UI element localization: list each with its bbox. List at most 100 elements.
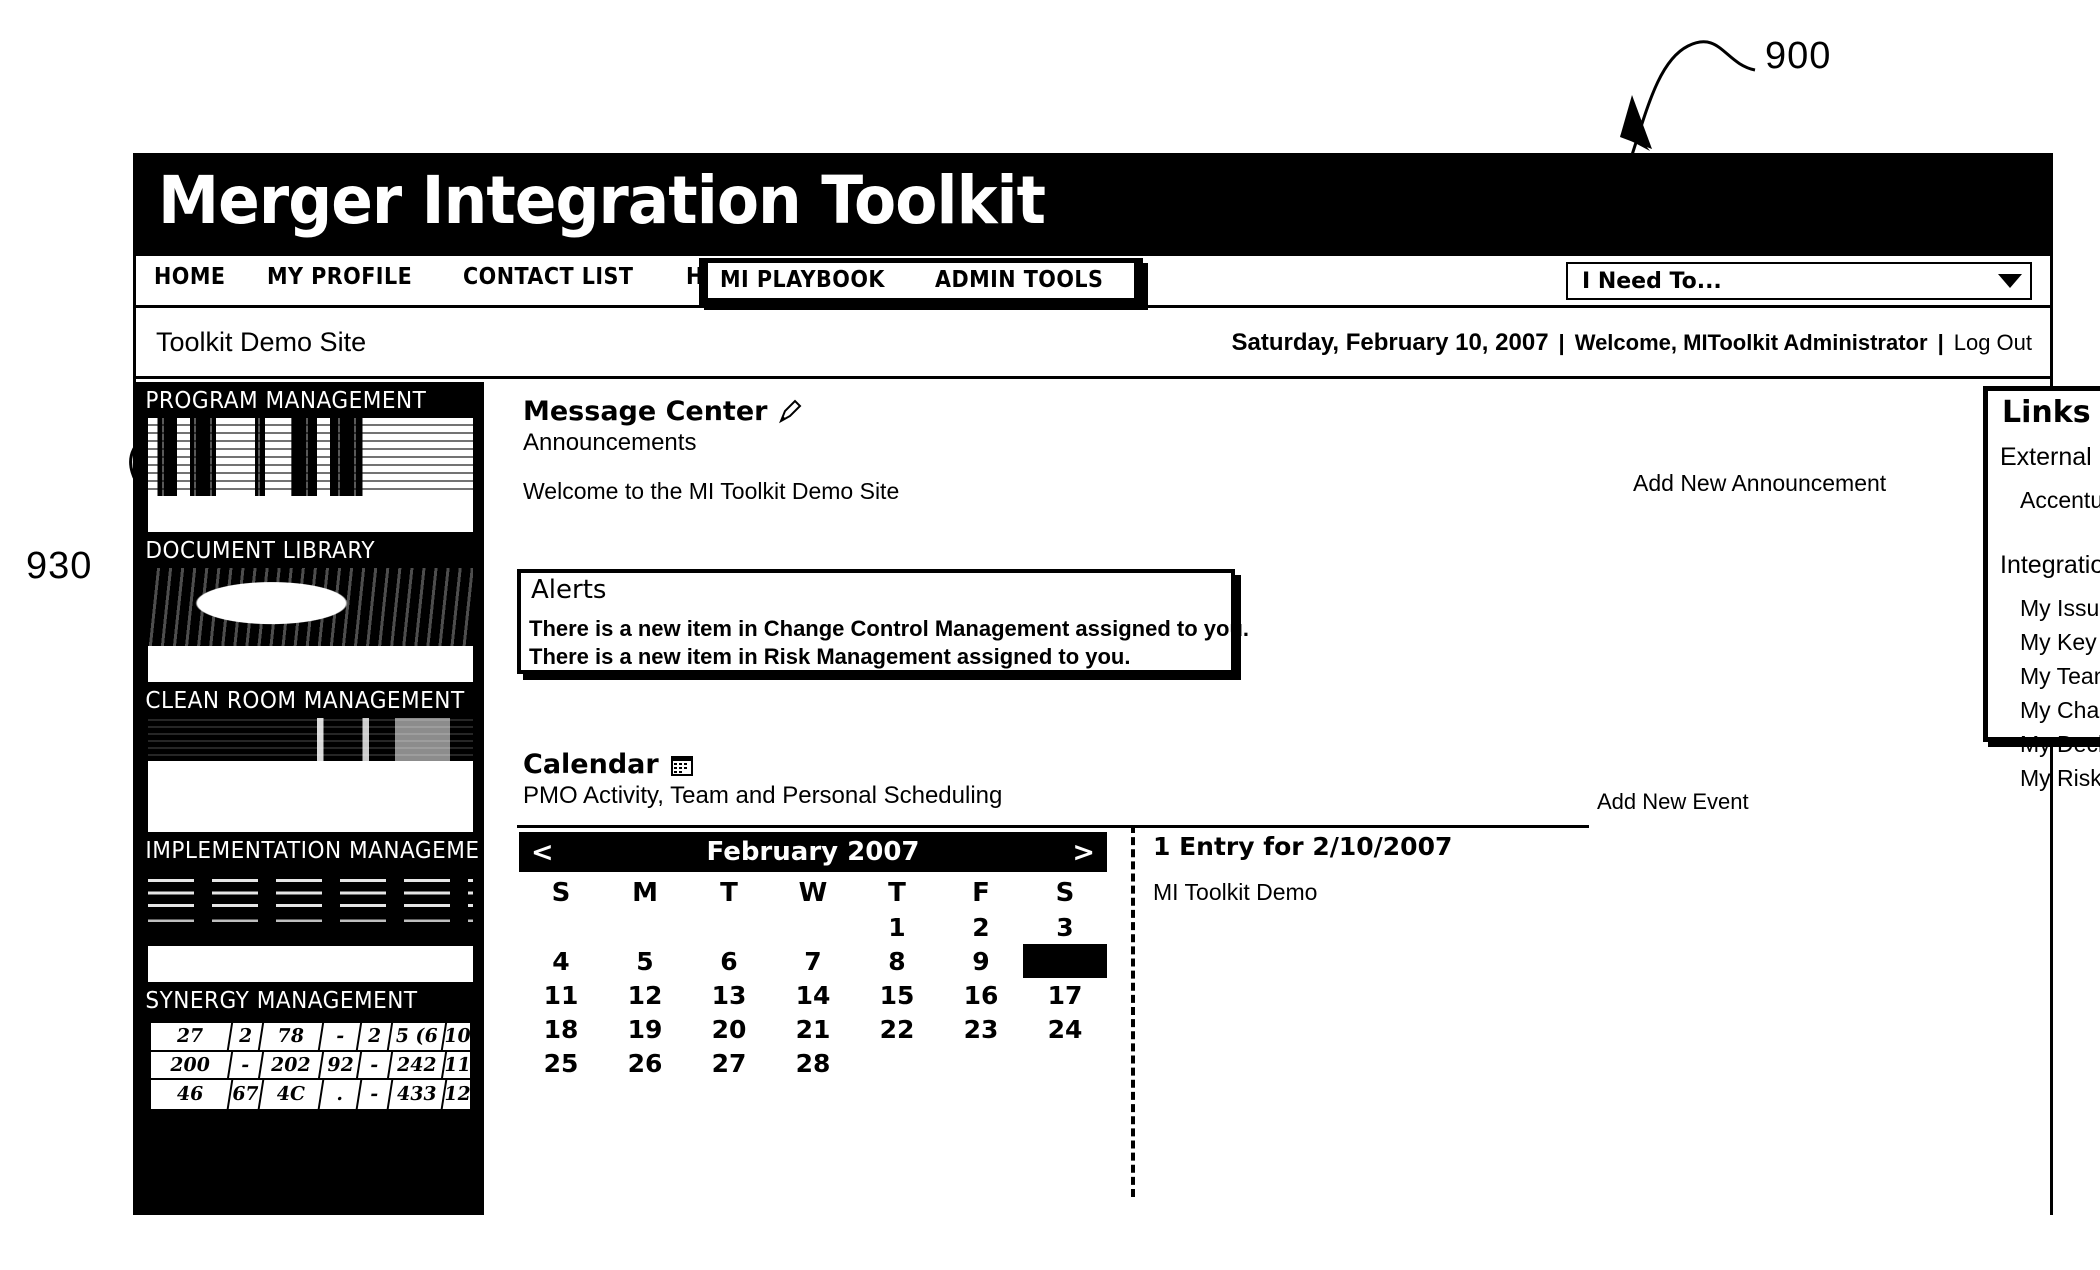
calendar-day-cell[interactable]: 27: [687, 1046, 771, 1080]
calendar-day-cell[interactable]: 24: [1023, 1012, 1107, 1046]
application-window: Merger Integration Toolkit HOME MY PROFI…: [133, 153, 2100, 1215]
calendar-day-cell[interactable]: [771, 910, 855, 944]
calendar-day-cell[interactable]: 13: [687, 978, 771, 1012]
sidebar-item-implementation-management-label: IMPLEMENTATION MANAGEMENT: [145, 838, 484, 864]
table-cell: 12: [443, 1083, 473, 1106]
link-item-my-team-status-report[interactable]: My Team Status Report: [2020, 659, 2100, 693]
sidebar-item-synergy-management[interactable]: SYNERGY MANAGEMENT 27 2 78 - 2 5 (6 10 2…: [136, 982, 481, 1112]
calendar-day-cell-today[interactable]: 10: [1023, 944, 1107, 978]
link-item-accenture-llp[interactable]: Accenture LLP: [2020, 483, 2100, 517]
reference-numeral-900: 900: [1765, 35, 1832, 77]
calendar-week: 4 5 6 7 8 9 10: [519, 944, 1107, 978]
calendar-day-cell[interactable]: [519, 910, 603, 944]
calendar-day-cell[interactable]: 20: [687, 1012, 771, 1046]
message-center-title: Message Center: [523, 396, 768, 427]
calendar-day-cell[interactable]: 15: [855, 978, 939, 1012]
sidebar-item-clean-room-management[interactable]: CLEAN ROOM MANAGEMENT: [136, 682, 481, 832]
main-column: Message Center Announcements Welcome to …: [487, 382, 2100, 1215]
sidebar-item-document-library[interactable]: DOCUMENT LIBRARY: [136, 532, 481, 682]
calendar-day-cell[interactable]: [687, 910, 771, 944]
calendar-day-cell[interactable]: 12: [603, 978, 687, 1012]
calendar-icon: [670, 755, 693, 776]
calendar-day-cell[interactable]: 14: [771, 978, 855, 1012]
navigation-bar: HOME MY PROFILE CONTACT LIST HELP MI PLA…: [136, 256, 2050, 308]
app-title: Merger Integration Toolkit: [158, 162, 1046, 239]
add-new-event-link[interactable]: Add New Event: [1597, 789, 1749, 815]
announcement-item[interactable]: Welcome to the MI Toolkit Demo Site: [523, 478, 899, 505]
alert-item[interactable]: There is a new item in Risk Management a…: [529, 643, 1249, 671]
alert-item[interactable]: There is a new item in Change Control Ma…: [529, 615, 1249, 643]
nav-item-home[interactable]: HOME: [154, 264, 225, 290]
sidebar-item-implementation-management[interactable]: IMPLEMENTATION MANAGEMENT: [136, 832, 481, 982]
calendar-day-cell[interactable]: 7: [771, 944, 855, 978]
calendar-day-cell[interactable]: 6: [687, 944, 771, 978]
link-item-my-decisions[interactable]: My Decisions: [2020, 727, 2100, 761]
current-date: Saturday, February 10, 2007: [1231, 329, 1549, 356]
calendar-day-cell[interactable]: 21: [771, 1012, 855, 1046]
sidebar-item-program-management[interactable]: PROGRAM MANAGEMENT: [136, 382, 481, 532]
calendar-day-cell[interactable]: 18: [519, 1012, 603, 1046]
table-cell: 92: [320, 1051, 362, 1079]
sidebar-navigation: PROGRAM MANAGEMENT DOCUMENT LIBRARY CLEA…: [136, 382, 484, 1215]
calendar-month-label: February 2007: [706, 837, 920, 867]
link-item-my-issues[interactable]: My Issues: [2020, 591, 2100, 625]
calendar-day-cell[interactable]: 25: [519, 1046, 603, 1080]
link-item-my-key-milestones[interactable]: My Key Milestones: [2020, 625, 2100, 659]
calendar-next-month-button[interactable]: >: [1072, 837, 1095, 868]
calendar-week: 18 19 20 21 22 23 24: [519, 1012, 1107, 1046]
calendar-day-cell[interactable]: 23: [939, 1012, 1023, 1046]
add-new-announcement-link[interactable]: Add New Announcement: [1633, 470, 1886, 497]
patent-figure: 900 930 910 920 950 Navigation Menu Visi…: [0, 0, 2100, 1270]
calendar-day-cell[interactable]: [1023, 1046, 1107, 1080]
calendar-day-cell[interactable]: 17: [1023, 978, 1107, 1012]
calendar-day-cell[interactable]: 26: [603, 1046, 687, 1080]
calendar-day-cell[interactable]: 4: [519, 944, 603, 978]
nav-item-my-profile[interactable]: MY PROFILE: [267, 264, 412, 290]
calendar-section-header: Calendar PMO Activity, Team and Personal…: [523, 749, 1002, 810]
calendar-week: 11 12 13 14 15 16 17: [519, 978, 1107, 1012]
calendar-day-header: M: [632, 878, 658, 908]
calendar-day-cell[interactable]: 11: [519, 978, 603, 1012]
table-cell: 11: [443, 1053, 473, 1076]
calendar-day-cell[interactable]: 1: [855, 910, 939, 944]
nav-item-mi-playbook[interactable]: MI PLAYBOOK: [720, 267, 885, 293]
i-need-to-dropdown[interactable]: I Need To...: [1566, 262, 2032, 300]
calendar-day-cell[interactable]: 5: [603, 944, 687, 978]
calendar-day-cell[interactable]: [939, 1046, 1023, 1080]
message-center-header: Message Center: [523, 396, 803, 427]
welcome-user: Welcome, MIToolkit Administrator: [1574, 330, 1928, 355]
calendar-day-cell[interactable]: 19: [603, 1012, 687, 1046]
calendar-day-cell[interactable]: [603, 910, 687, 944]
links-group-quick-list: My Issues My Key Milestones My Team Stat…: [2020, 591, 2100, 795]
alerts-panel: Alerts There is a new item in Change Con…: [517, 569, 1249, 674]
calendar-day-header: T: [720, 878, 738, 908]
nav-item-contact-list[interactable]: CONTACT LIST: [463, 264, 633, 290]
calendar-day-cell[interactable]: 16: [939, 978, 1023, 1012]
calendar-day-cell[interactable]: 8: [855, 944, 939, 978]
calendar-day-cell[interactable]: [855, 1046, 939, 1080]
calendar-day-cell[interactable]: 3: [1023, 910, 1107, 944]
link-item-my-risks[interactable]: My Risks: [2020, 761, 2100, 795]
calendar-day-cell[interactable]: 28: [771, 1046, 855, 1080]
calendar-day-header: W: [798, 878, 828, 908]
calendar-entry-item[interactable]: MI Toolkit Demo: [1153, 879, 1317, 906]
log-out-link[interactable]: Log Out: [1954, 330, 2032, 356]
table-cell: 4C: [259, 1080, 326, 1109]
alerts-title: Alerts: [531, 575, 607, 605]
links-panel: Links External Links Accenture LLP Integ…: [1983, 386, 2100, 791]
calendar-day-cell[interactable]: 9: [939, 944, 1023, 978]
calendar-day-cell[interactable]: 2: [939, 910, 1023, 944]
calendar-day-headers: S M T W T F S: [519, 876, 1107, 910]
table-row: 46 67 4C . - 433 12: [151, 1080, 470, 1109]
content-area: PROGRAM MANAGEMENT DOCUMENT LIBRARY CLEA…: [136, 382, 2100, 1215]
links-group-external-list: Accenture LLP: [2020, 483, 2100, 517]
implementation-management-photo: [148, 868, 473, 946]
calendar-prev-month-button[interactable]: <: [531, 837, 554, 868]
links-panel-header: Links: [2002, 395, 2100, 430]
nav-item-admin-tools[interactable]: ADMIN TOOLS: [935, 267, 1103, 293]
link-item-my-change-control-requests[interactable]: My Change Control Requests: [2020, 693, 2100, 727]
table-cell: 433: [387, 1080, 448, 1109]
calendar-month-bar: < February 2007 >: [519, 832, 1107, 872]
sidebar-item-document-library-label: DOCUMENT LIBRARY: [145, 538, 376, 564]
calendar-day-cell[interactable]: 22: [855, 1012, 939, 1046]
